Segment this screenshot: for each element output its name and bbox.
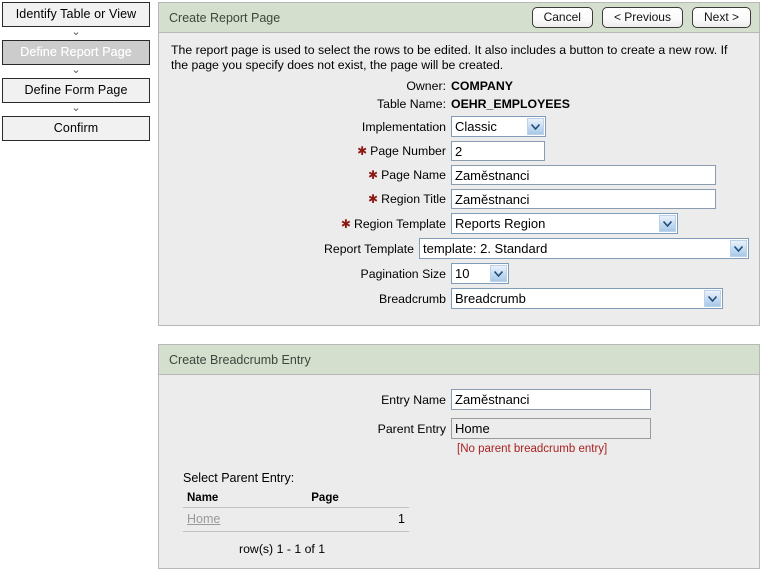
cell-page: 1	[311, 507, 409, 532]
create-report-page-body: The report page is used to select the ro…	[159, 33, 759, 325]
create-breadcrumb-entry-body: Entry Name Parent Entry [No parent bread…	[159, 375, 759, 568]
wizard-step-label: Identify Table or View	[15, 7, 137, 21]
owner-value: COMPANY	[451, 79, 513, 93]
parent-entry-label: Parent Entry	[377, 421, 446, 436]
page-number-label-text: Page Number	[370, 144, 446, 158]
table-header-row: Name Page	[183, 491, 409, 508]
page-title: Create Report Page	[169, 10, 281, 25]
region-title-label: ✱ Region Title	[169, 192, 451, 206]
previous-button[interactable]: < Previous	[601, 7, 683, 28]
report-template-label: Report Template	[324, 241, 414, 256]
report-template-select-value[interactable]: template: 2. Standard	[419, 238, 749, 259]
breadcrumb-select-value[interactable]: Breadcrumb	[451, 288, 723, 309]
wizard-step-define-form-page[interactable]: Define Form Page	[2, 78, 150, 103]
table-name-value: OEHR_EMPLOYEES	[451, 97, 570, 111]
chevron-down-icon: ⌄	[2, 27, 150, 40]
report-template-select[interactable]: template: 2. Standard	[419, 238, 749, 259]
create-breadcrumb-entry-panel: Create Breadcrumb Entry Entry Name Paren…	[158, 344, 760, 569]
cell-name: Home	[183, 507, 312, 532]
wizard-step-define-report-page[interactable]: Define Report Page	[2, 40, 150, 65]
chevron-down-glyph: ⌄	[71, 64, 81, 76]
parent-entry-input[interactable]	[451, 418, 651, 439]
parent-entry-table: Name Page Home 1	[183, 491, 409, 532]
parent-entry-row: Parent Entry	[169, 418, 749, 439]
region-template-label-text: Region Template	[353, 216, 446, 231]
wizard-step-confirm[interactable]: Confirm	[2, 116, 150, 141]
create-breadcrumb-entry-header: Create Breadcrumb Entry	[159, 345, 759, 375]
page-number-input[interactable]	[451, 141, 545, 161]
breadcrumb-row: Breadcrumb Breadcrumb	[169, 288, 749, 309]
owner-row: Owner: COMPANY	[169, 79, 749, 93]
breadcrumb-select[interactable]: Breadcrumb	[451, 288, 723, 309]
create-report-page-panel: Create Report Page Cancel < Previous Nex…	[158, 2, 760, 326]
chevron-down-icon: ⌄	[2, 103, 150, 116]
page-number-label: ✱ Page Number	[169, 144, 451, 158]
required-asterisk-icon: ✱	[368, 168, 379, 182]
cancel-button[interactable]: Cancel	[531, 7, 593, 28]
breadcrumb-panel-title: Create Breadcrumb Entry	[169, 352, 311, 367]
table-row: Home 1	[183, 507, 409, 532]
region-template-row: ✱ Region Template Reports Region	[169, 213, 749, 234]
pagination-size-row: Pagination Size 10	[169, 263, 749, 284]
panel-spacer	[158, 326, 760, 344]
chevron-down-glyph: ⌄	[71, 102, 81, 114]
chevron-down-icon[interactable]	[659, 215, 676, 232]
region-title-input[interactable]	[451, 189, 716, 209]
required-asterisk-icon: ✱	[340, 216, 351, 231]
page-number-row: ✱ Page Number	[169, 141, 749, 161]
parent-entry-link-home[interactable]: Home	[187, 512, 220, 526]
entry-name-label: Entry Name	[381, 392, 446, 407]
implementation-label: Implementation	[361, 119, 446, 134]
table-name-label: Table Name:	[376, 97, 446, 111]
implementation-row: Implementation Classic	[169, 116, 749, 137]
chevron-down-icon[interactable]	[730, 240, 747, 257]
page-name-input[interactable]	[451, 165, 716, 185]
owner-label: Owner:	[406, 79, 446, 93]
table-name-row: Table Name: OEHR_EMPLOYEES	[169, 97, 749, 111]
chevron-down-icon[interactable]	[527, 118, 544, 135]
page-name-label-text: Page Name	[381, 168, 446, 182]
pagination-size-select[interactable]: 10	[451, 263, 509, 284]
region-template-select[interactable]: Reports Region	[451, 213, 678, 234]
region-title-label-text: Region Title	[381, 192, 446, 206]
chevron-down-icon[interactable]	[704, 290, 721, 307]
wizard-step-label: Confirm	[53, 121, 99, 135]
create-report-page-header: Create Report Page Cancel < Previous Nex…	[159, 3, 759, 33]
required-asterisk-icon: ✱	[357, 144, 368, 158]
wizard-step-label: Define Form Page	[24, 83, 128, 97]
implementation-select[interactable]: Classic	[451, 116, 546, 137]
pagination-size-label: Pagination Size	[360, 266, 446, 281]
chevron-down-icon: ⌄	[2, 65, 150, 78]
next-button[interactable]: Next >	[691, 7, 751, 28]
chevron-down-glyph: ⌄	[71, 26, 81, 38]
required-asterisk-icon: ✱	[368, 192, 379, 206]
chevron-down-icon[interactable]	[490, 265, 507, 282]
select-parent-entry-title: Select Parent Entry:	[183, 471, 295, 485]
wizard-step-label: Define Report Page	[20, 45, 132, 59]
page-name-row: ✱ Page Name	[169, 165, 749, 185]
wizard-step-identify-table-or-view[interactable]: Identify Table or View	[2, 2, 150, 27]
wizard-button-bar: Cancel < Previous Next >	[531, 7, 751, 28]
entry-name-row: Entry Name	[169, 389, 749, 410]
column-header-name[interactable]: Name	[183, 491, 312, 508]
region-title-row: ✱ Region Title	[169, 189, 749, 209]
entry-name-input[interactable]	[451, 389, 651, 410]
breadcrumb-label: Breadcrumb	[379, 291, 446, 306]
wizard-steps-sidebar: Identify Table or View ⌄ Define Report P…	[2, 2, 150, 141]
column-header-page[interactable]: Page	[311, 491, 409, 508]
intro-description: The report page is used to select the ro…	[171, 43, 728, 72]
no-parent-breadcrumb-note: [No parent breadcrumb entry]	[457, 443, 608, 455]
region-template-select-value[interactable]: Reports Region	[451, 213, 678, 234]
report-template-row: Report Template template: 2. Standard	[169, 238, 749, 259]
row-count-text: row(s) 1 - 1 of 1	[239, 542, 326, 556]
page-name-label: ✱ Page Name	[169, 168, 451, 182]
content-column: Create Report Page Cancel < Previous Nex…	[158, 2, 760, 569]
region-template-label: ✱ Region Template	[169, 217, 451, 231]
